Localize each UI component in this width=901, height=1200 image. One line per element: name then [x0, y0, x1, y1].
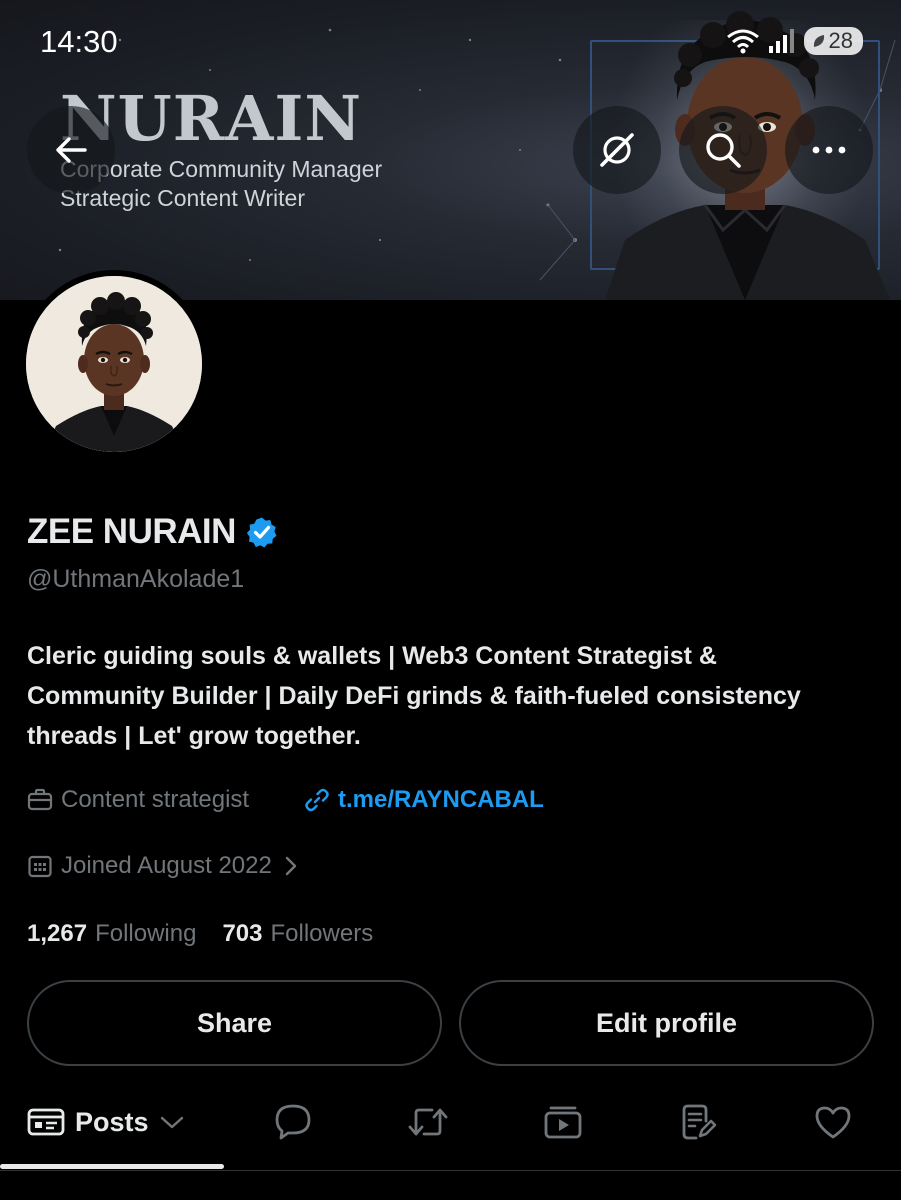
tab-articles[interactable] — [673, 1090, 723, 1154]
share-button[interactable]: Share — [27, 980, 442, 1066]
briefcase-icon — [27, 788, 53, 811]
banner-subtitle-2: Strategic Content Writer — [60, 185, 306, 211]
likes-icon — [815, 1106, 851, 1139]
profile-screen: NURAIN Corporate Community Manager Strat… — [0, 0, 901, 1200]
status-time: 14:30 — [40, 24, 118, 59]
display-name-row: ZEE NURAIN — [27, 512, 278, 552]
more-icon — [812, 146, 846, 154]
link-icon — [305, 788, 329, 812]
videos-icon — [544, 1106, 582, 1139]
username-handle: @UthmanAkolade1 — [27, 565, 245, 593]
wifi-icon — [726, 29, 759, 54]
follow-stats: 1,267 Following 703 Followers — [27, 920, 373, 948]
followers-label[interactable]: Followers — [271, 920, 374, 948]
calendar-icon — [28, 855, 52, 878]
following-count[interactable]: 1,267 — [27, 920, 87, 948]
profile-link[interactable]: t.me/RAYNCABAL — [304, 786, 544, 814]
back-arrow-icon — [56, 137, 87, 163]
profile-bio: Cleric guiding souls & wallets | Web3 Co… — [27, 642, 801, 750]
joined-date-label: Joined August 2022 — [61, 852, 272, 879]
status-icons: 28 — [726, 26, 863, 56]
tab-divider — [0, 1170, 901, 1171]
following-label[interactable]: Following — [95, 920, 196, 948]
tab-likes[interactable] — [808, 1090, 858, 1154]
tab-reposts[interactable] — [403, 1090, 453, 1154]
display-name: ZEE NURAIN — [27, 512, 236, 551]
chevron-right-icon — [285, 856, 297, 876]
signal-icon — [768, 29, 794, 53]
search-button[interactable] — [679, 106, 767, 194]
avatar[interactable] — [20, 270, 208, 458]
reposts-icon — [408, 1108, 448, 1136]
tab-videos[interactable] — [538, 1090, 588, 1154]
tab-posts-label: Posts — [75, 1106, 149, 1137]
articles-icon — [682, 1104, 717, 1140]
joined-date-item[interactable]: Joined August 2022 — [27, 852, 302, 880]
battery-level: 28 — [828, 28, 853, 53]
avatar-illustration — [26, 276, 202, 452]
profession-item: Content strategist — [27, 786, 249, 814]
search-icon — [706, 133, 741, 168]
battery-icon: 28 — [803, 27, 863, 55]
replies-icon — [275, 1104, 311, 1140]
edit-profile-button[interactable]: Edit profile — [459, 980, 874, 1066]
active-tab-indicator — [0, 1164, 224, 1169]
followers-count[interactable]: 703 — [222, 920, 262, 948]
profile-tab-bar: Posts — [0, 1090, 901, 1170]
grok-icon — [600, 133, 634, 167]
grok-button[interactable] — [573, 106, 661, 194]
profile-link-text[interactable]: t.me/RAYNCABAL — [338, 786, 544, 814]
more-button[interactable] — [785, 106, 873, 194]
posts-icon — [27, 1108, 65, 1136]
battery-saver-leaf-icon — [813, 35, 824, 47]
tab-posts[interactable]: Posts — [27, 1090, 185, 1154]
profession-label: Content strategist — [61, 786, 250, 813]
back-button[interactable] — [27, 106, 115, 194]
verified-badge-icon[interactable] — [246, 516, 278, 548]
tab-replies[interactable] — [268, 1090, 318, 1154]
chevron-down-icon — [160, 1116, 183, 1129]
